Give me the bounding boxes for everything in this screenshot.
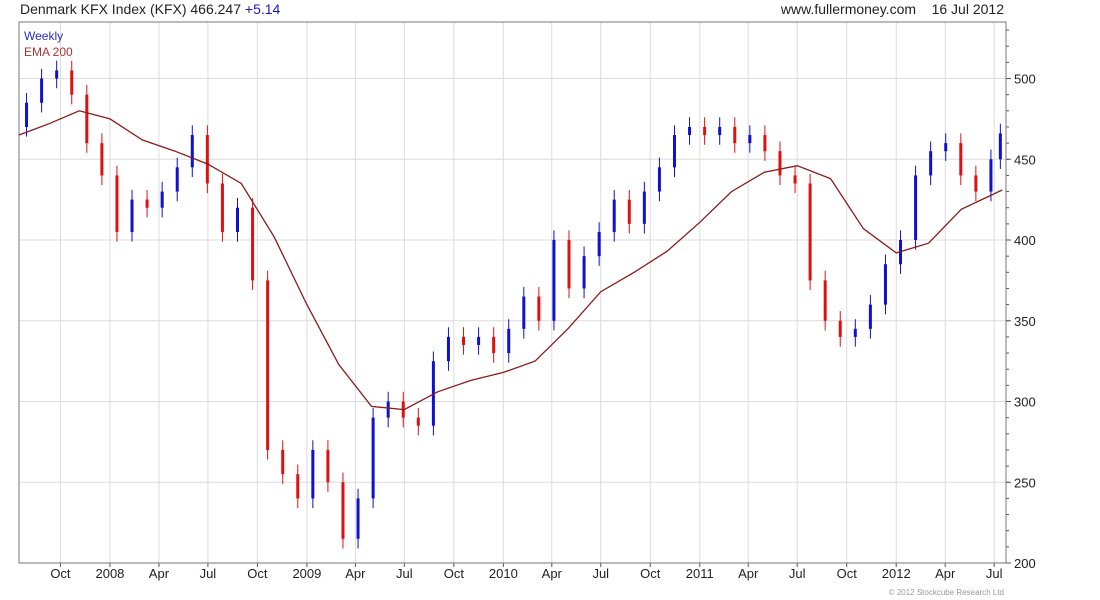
price-bar: [145, 199, 149, 208]
price-bar: [175, 167, 179, 192]
price-bar: [959, 143, 963, 176]
price-bar: [537, 296, 541, 321]
price-bar: [974, 175, 978, 192]
price-bar: [100, 143, 104, 176]
price-bar: [281, 449, 285, 475]
price-bar: [311, 449, 315, 499]
price-bar: [612, 199, 616, 232]
price-bar: [251, 207, 255, 281]
x-tick-label: Oct: [837, 566, 858, 581]
price-bar: [296, 474, 300, 499]
price-bar: [597, 231, 601, 257]
price-bar: [748, 135, 752, 144]
price-bar: [793, 175, 797, 184]
price-bar: [371, 417, 375, 499]
price-bar: [883, 264, 887, 305]
x-tick-label: 2011: [686, 566, 714, 581]
price-bar: [718, 126, 722, 136]
price-bar: [462, 336, 466, 345]
y-tick-label: 350: [1014, 314, 1036, 329]
copyright-note: © 2012 Stockcube Research Ltd: [888, 588, 1004, 597]
y-tick-label: 500: [1014, 72, 1036, 87]
x-tick-label: Apr: [738, 566, 759, 581]
x-tick-label: 2009: [292, 566, 321, 581]
x-tick-label: Jul: [986, 566, 1003, 581]
price-bar: [446, 336, 450, 362]
price-bar: [914, 175, 918, 241]
price-bar: [416, 417, 420, 426]
price-bar: [582, 256, 586, 289]
x-tick-label: Apr: [542, 566, 563, 581]
price-bar: [868, 304, 872, 329]
price-bar: [40, 78, 44, 103]
price-bar: [492, 336, 496, 354]
price-bar: [70, 70, 74, 95]
price-bar: [929, 151, 933, 176]
x-tick-label: Oct: [247, 566, 268, 581]
x-tick-label: Oct: [50, 566, 71, 581]
x-tick-label: Jul: [396, 566, 413, 581]
price-bar: [341, 482, 345, 539]
x-tick-label: Apr: [345, 566, 366, 581]
x-tick-label: Jul: [789, 566, 806, 581]
price-bar: [205, 135, 209, 184]
price-bar: [115, 175, 119, 232]
price-bar: [838, 320, 842, 337]
price-bar: [386, 401, 390, 418]
price-bar: [266, 280, 270, 450]
price-bar: [642, 191, 646, 224]
price-chart: Oct 2008 Apr Jul Oct 2009 Apr Jul Oct 2010 Apr Jul O…: [18, 21, 1036, 581]
price-bar: [627, 199, 631, 224]
price-bar: [688, 126, 692, 136]
x-tick-label: 2012: [882, 566, 911, 581]
price-bar: [672, 135, 676, 168]
price-bar: [808, 183, 812, 281]
price-bar: [567, 240, 571, 289]
price-bar: [703, 126, 707, 136]
price-bar: [130, 199, 134, 232]
legend-ema: EMA 200: [24, 45, 73, 59]
x-tick-label: 2008: [95, 566, 124, 581]
x-tick-label: Jul: [200, 566, 217, 581]
price-bar: [220, 183, 224, 232]
y-tick-label: 250: [1014, 475, 1036, 490]
y-tick-label: 300: [1014, 395, 1036, 410]
y-tick-label: 450: [1014, 152, 1036, 167]
price-bar: [552, 240, 556, 321]
legend-weekly: Weekly: [24, 29, 64, 43]
price-bar: [25, 102, 29, 127]
price-bar: [778, 151, 782, 176]
price-bar: [85, 94, 89, 144]
y-tick-label: 400: [1014, 233, 1036, 248]
price-bar: [190, 135, 194, 168]
price-bar: [160, 191, 164, 208]
price-bar: [823, 280, 827, 321]
y-tick-label: 200: [1014, 556, 1036, 571]
x-tick-label: Apr: [149, 566, 170, 581]
price-bar: [356, 498, 360, 539]
price-bar: [235, 207, 239, 232]
price-bar: [998, 133, 1002, 160]
x-tick-label: Jul: [592, 566, 609, 581]
price-bar: [477, 336, 481, 345]
price-bar: [763, 135, 767, 152]
x-tick-label: Oct: [640, 566, 661, 581]
price-bar: [507, 328, 511, 354]
price-bar: [733, 126, 737, 144]
price-bar: [657, 167, 661, 192]
price-bar: [55, 70, 59, 79]
price-bar: [944, 143, 948, 152]
price-bar: [326, 449, 330, 483]
price-bar: [853, 328, 857, 337]
x-tick-label: 2010: [489, 566, 518, 581]
price-bar: [522, 296, 526, 329]
x-tick-label: Apr: [935, 566, 956, 581]
x-tick-label: Oct: [444, 566, 465, 581]
price-bar: [989, 159, 993, 192]
